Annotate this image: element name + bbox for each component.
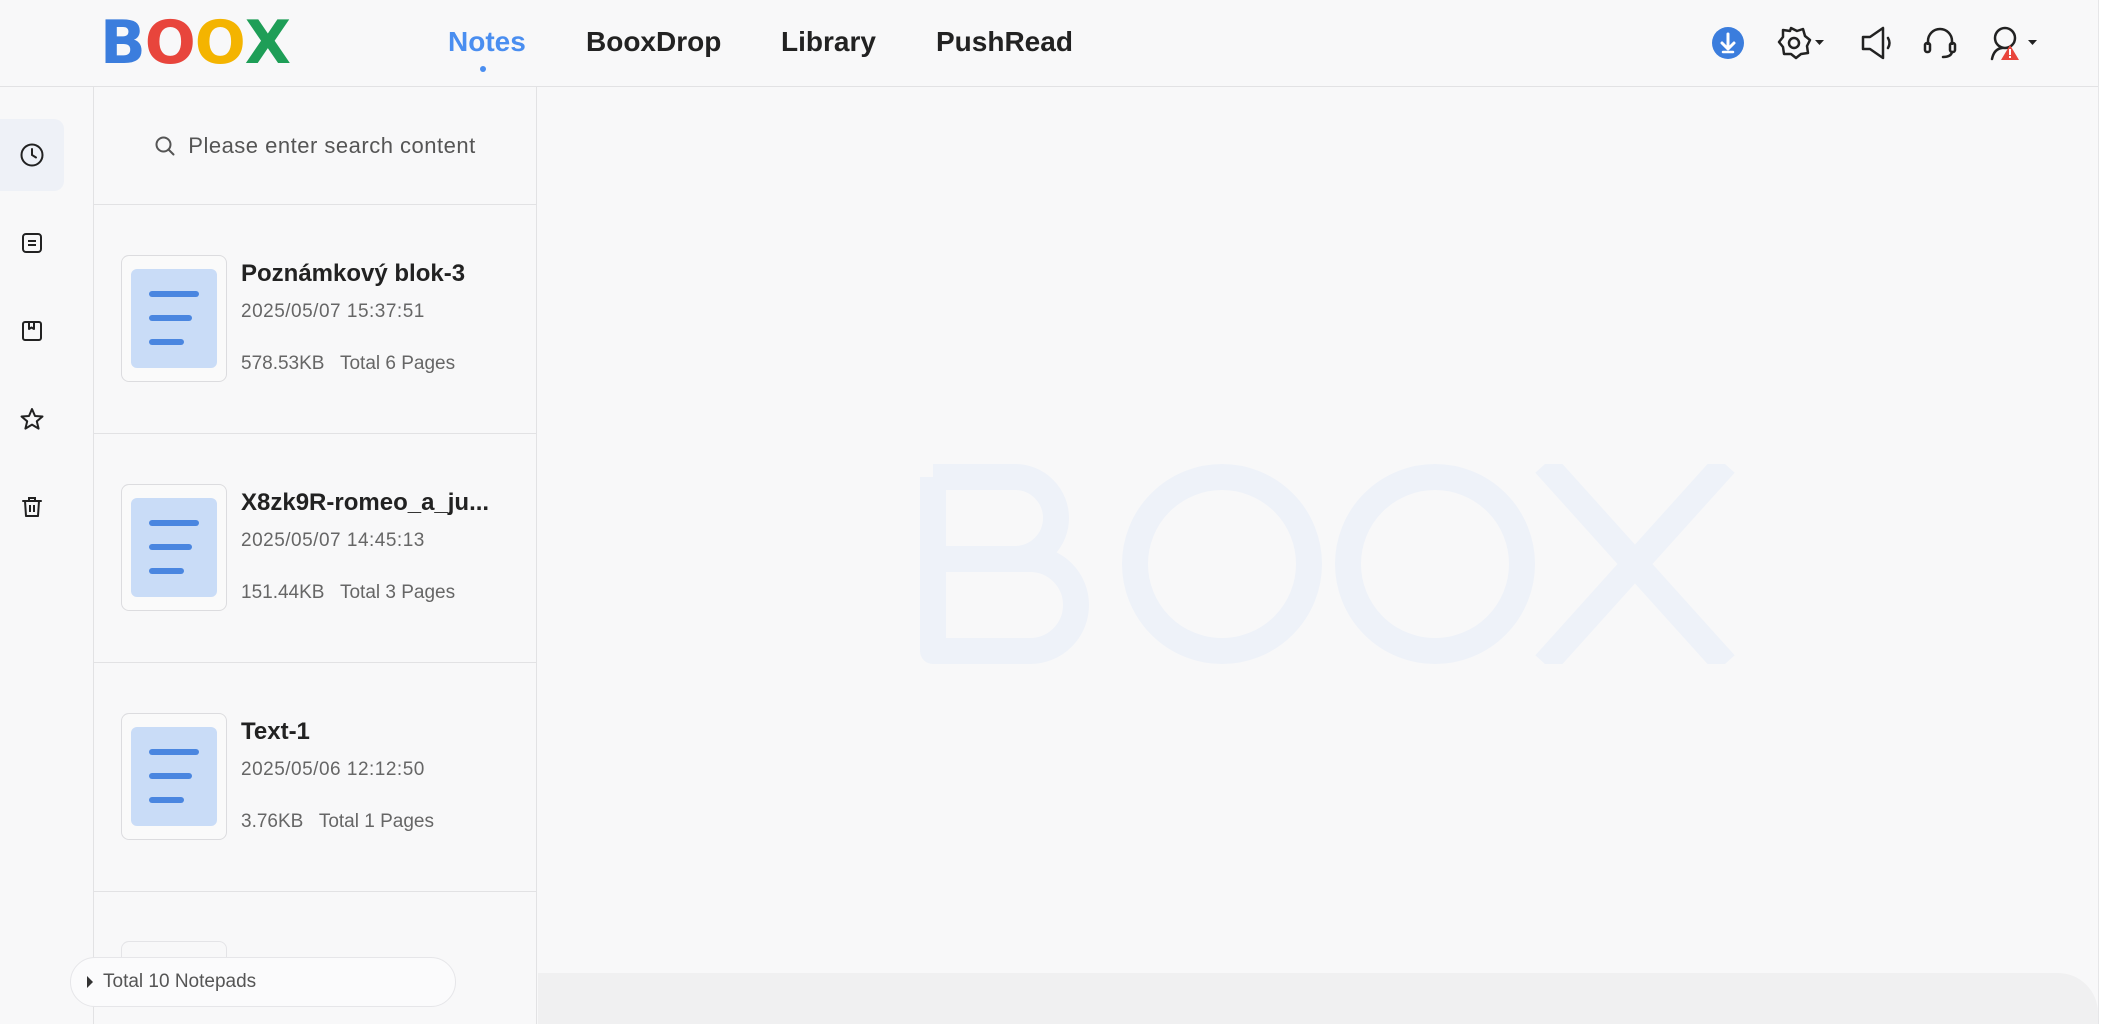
note-thumbnail (121, 484, 227, 611)
tab-notes[interactable]: Notes (448, 26, 526, 72)
star-icon (20, 408, 44, 430)
bottom-band (538, 973, 2098, 1024)
note-title: Text-1 (241, 718, 310, 745)
note-meta: 3.76KB Total 1 Pages (241, 811, 434, 833)
sidebar-rail (0, 87, 94, 1024)
tab-library[interactable]: Library (781, 26, 876, 58)
tab-booxdrop-label: BooxDrop (586, 26, 722, 57)
top-header: BOOX Notes BooxDrop Library PushRead (0, 0, 2098, 87)
sidebar-item-trash[interactable] (0, 471, 64, 543)
note-date: 2025/05/07 15:37:51 (241, 301, 425, 322)
sidebar-item-favorites[interactable] (0, 383, 64, 455)
note-preview-area (538, 87, 2098, 1024)
boox-watermark (920, 464, 1735, 664)
tab-booxdrop[interactable]: BooxDrop (586, 26, 721, 58)
note-icon (22, 233, 42, 253)
note-title: Poznámkový blok-3 (241, 260, 466, 287)
note-pages: Total 3 Pages (339, 582, 456, 603)
trash-icon (22, 497, 42, 517)
logo-letter: X (244, 8, 291, 78)
note-file-icon (131, 269, 217, 368)
note-thumbnail (121, 713, 227, 840)
download-button[interactable] (1711, 23, 1745, 68)
headset-icon (1923, 27, 1957, 59)
note-pages: Total 6 Pages (339, 353, 456, 374)
logo-letter: O (144, 8, 196, 78)
note-size: 151.44KB (241, 582, 325, 603)
logo-letter: B (100, 8, 146, 78)
settings-menu-button[interactable] (1774, 23, 1826, 68)
note-file-icon (131, 727, 217, 826)
announcement-icon (1861, 26, 1891, 60)
note-item[interactable]: Text-1 2025/05/06 12:12:50 3.76KB Total … (94, 663, 536, 892)
note-item[interactable]: X8zk9R-romeo_a_ju... 2025/05/07 14:45:13… (94, 434, 536, 663)
note-meta: 151.44KB Total 3 Pages (241, 582, 455, 604)
note-thumbnail (121, 255, 227, 382)
account-menu-button[interactable] (1986, 23, 2040, 68)
notes-list-panel: Please enter search content Poznámkový b… (94, 87, 537, 1024)
window-scrollbar[interactable] (2098, 0, 2119, 1024)
note-size: 3.76KB (241, 811, 304, 832)
note-file-icon (131, 498, 217, 597)
sidebar-item-notebooks[interactable] (0, 295, 64, 367)
logo-text: BOOX (100, 8, 291, 78)
note-date: 2025/05/07 14:45:13 (241, 530, 425, 551)
search-icon (155, 136, 175, 155)
notepad-count-toggle[interactable]: Total 10 Notepads (70, 957, 456, 1007)
tab-notes-label: Notes (448, 26, 526, 57)
user-alert-icon (1990, 26, 2037, 61)
caret-right-icon (87, 976, 93, 988)
note-meta: 578.53KB Total 6 Pages (241, 353, 455, 375)
note-size: 578.53KB (241, 353, 325, 374)
note-title: X8zk9R-romeo_a_ju... (241, 489, 490, 516)
sidebar-item-notes[interactable] (0, 207, 64, 279)
download-icon (1712, 27, 1744, 59)
clock-icon (20, 143, 44, 167)
notebook-icon (22, 321, 42, 341)
tab-pushread[interactable]: PushRead (936, 26, 1073, 58)
search-input[interactable]: Please enter search content (188, 133, 475, 159)
sidebar-item-recent[interactable] (0, 119, 64, 191)
tab-pushread-label: PushRead (936, 26, 1073, 57)
boox-logo[interactable]: BOOX (100, 8, 291, 78)
note-item[interactable]: Poznámkový blok-3 2025/05/07 15:37:51 57… (94, 205, 536, 434)
announcement-button[interactable] (1858, 23, 1894, 68)
tab-library-label: Library (781, 26, 876, 57)
active-tab-indicator (480, 66, 486, 72)
note-pages: Total 1 Pages (318, 811, 434, 832)
support-button[interactable] (1921, 23, 1959, 68)
notepad-count-label: Total 10 Notepads (103, 971, 257, 992)
logo-letter: O (194, 8, 246, 78)
note-date: 2025/05/06 12:12:50 (241, 759, 425, 780)
settings-icon (1777, 26, 1824, 60)
search-bar[interactable]: Please enter search content (94, 87, 536, 205)
